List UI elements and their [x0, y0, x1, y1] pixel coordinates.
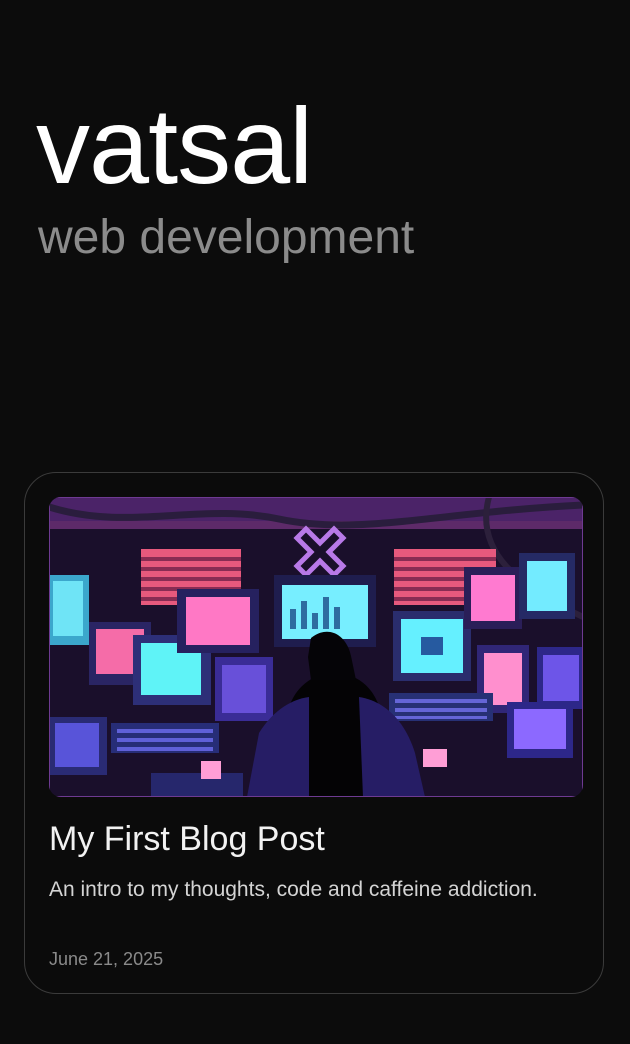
- site-title: vatsal: [36, 85, 313, 206]
- blog-post-card[interactable]: My First Blog Post An intro to my though…: [24, 472, 604, 994]
- post-title[interactable]: My First Blog Post: [49, 819, 325, 860]
- site-subtitle: web development: [38, 211, 415, 264]
- post-date: June 21, 2025: [49, 949, 164, 969]
- post-cover-image[interactable]: [49, 497, 583, 797]
- pixel-art-illustration: [49, 497, 583, 797]
- site-header: vatsal web development: [36, 92, 414, 262]
- post-excerpt: An intro to my thoughts, code and caffei…: [49, 878, 538, 901]
